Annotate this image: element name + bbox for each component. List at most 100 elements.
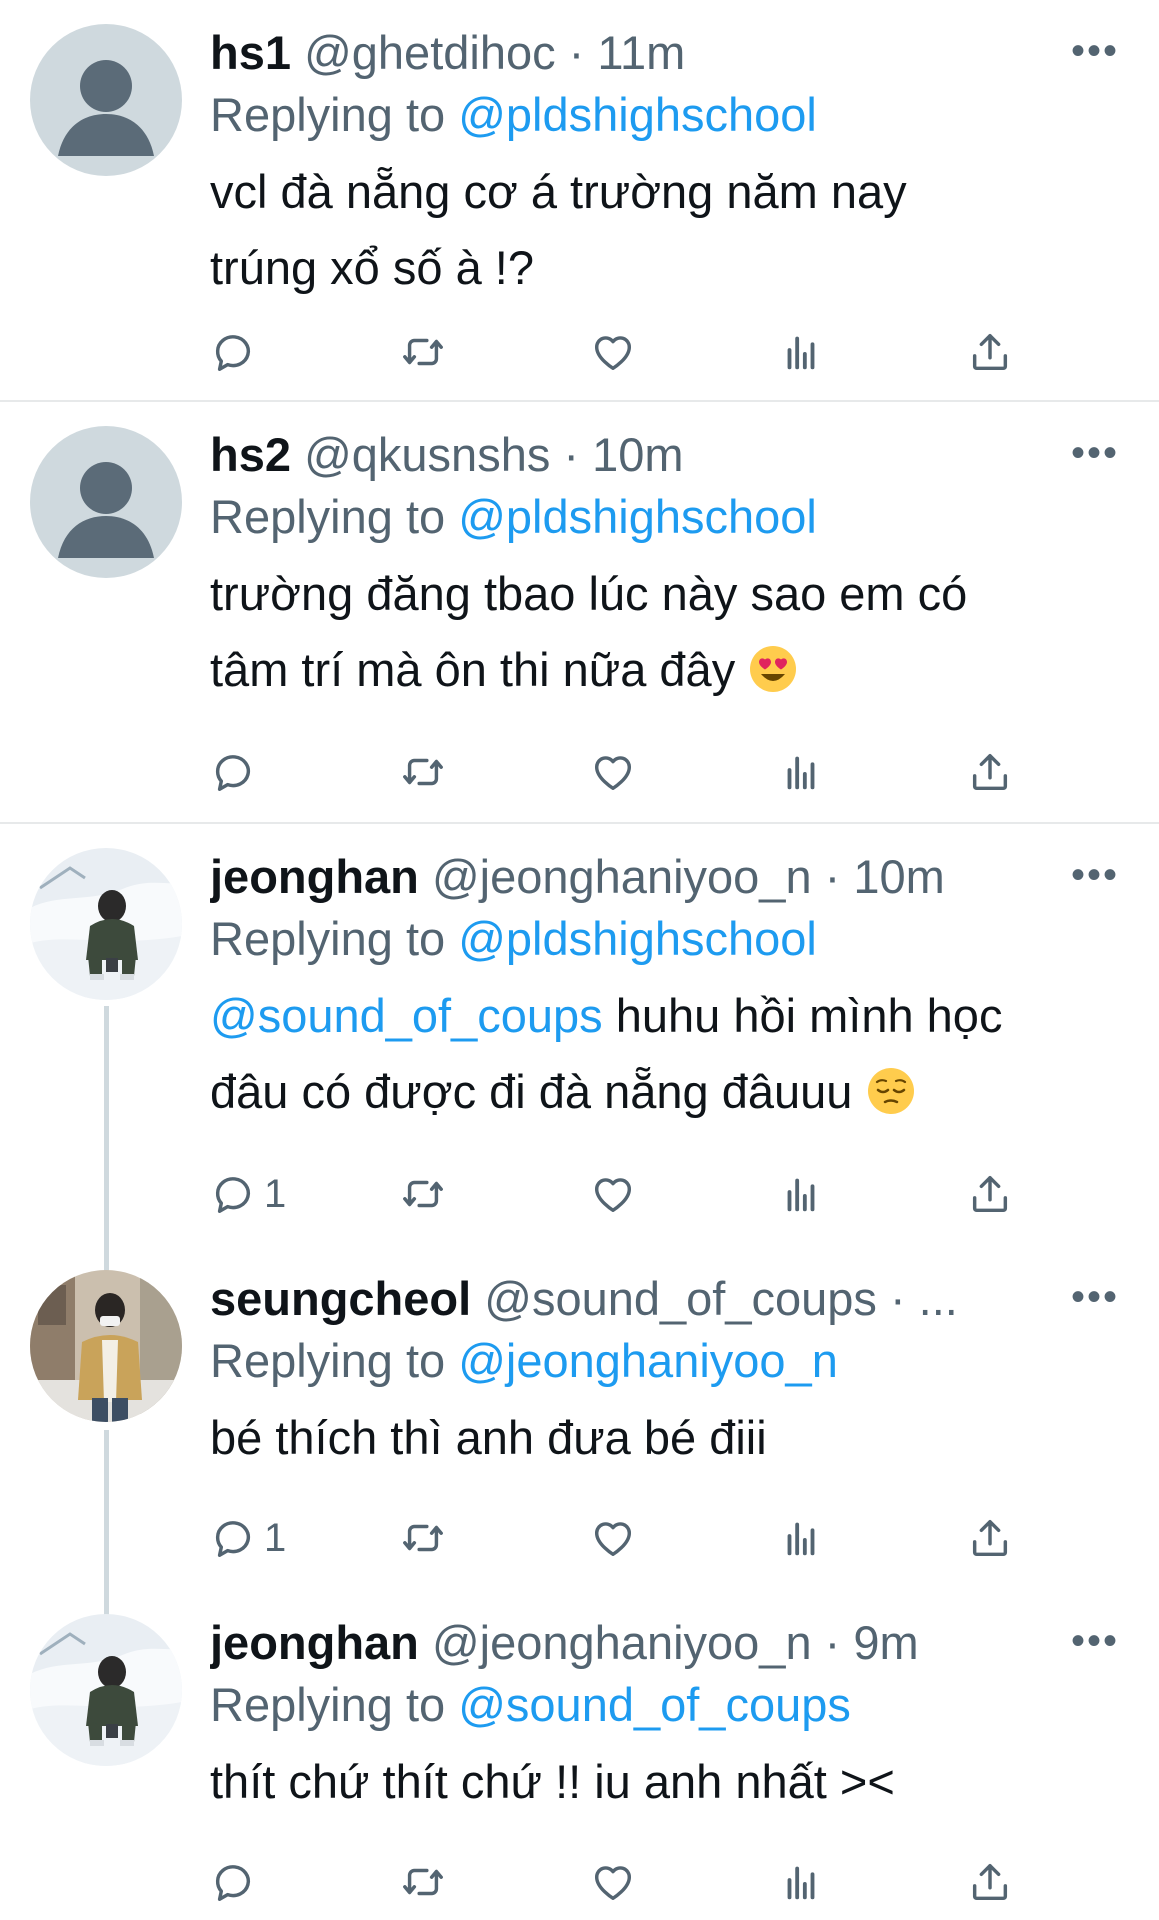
display-name[interactable]: jeonghan xyxy=(210,1616,419,1669)
handle[interactable]: @qkusnshs xyxy=(304,428,550,481)
share-icon xyxy=(967,1171,1013,1217)
share-button[interactable] xyxy=(967,1852,1013,1912)
timestamp[interactable]: · 9m xyxy=(825,1616,919,1669)
like-button[interactable] xyxy=(590,1508,636,1568)
retweet-button[interactable] xyxy=(400,742,446,802)
heart-icon xyxy=(590,1171,636,1217)
avatar[interactable] xyxy=(30,24,182,176)
avatar[interactable] xyxy=(30,1270,182,1422)
retweet-button[interactable] xyxy=(400,1164,446,1224)
share-button[interactable] xyxy=(967,1164,1013,1224)
heart-icon xyxy=(590,1859,636,1905)
share-icon xyxy=(967,1859,1013,1905)
analytics-button[interactable] xyxy=(778,322,824,382)
heart-icon xyxy=(590,749,636,795)
more-icon[interactable]: ••• xyxy=(1071,1277,1119,1317)
action-bar xyxy=(210,322,1030,382)
like-button[interactable] xyxy=(590,1852,636,1912)
retweet-icon xyxy=(400,749,446,795)
heart-eyes-emoji-icon xyxy=(748,644,798,694)
more-icon[interactable]: ••• xyxy=(1071,1621,1119,1661)
timestamp[interactable]: · 10m xyxy=(825,850,945,903)
like-button[interactable] xyxy=(590,1164,636,1224)
replying-prefix: Replying to xyxy=(210,1334,446,1387)
share-button[interactable] xyxy=(967,322,1013,382)
replying-to-mention[interactable]: @pldshighschool xyxy=(458,490,817,543)
reply-button[interactable] xyxy=(210,742,256,802)
like-button[interactable] xyxy=(590,742,636,802)
tweet-text: trường đăng tbao lúc này sao em có tâm t… xyxy=(210,556,1119,708)
reply-button[interactable] xyxy=(210,1852,256,1912)
tweet[interactable]: hs1 @ghetdihoc · 11m ••• Replying to @pl… xyxy=(0,0,1159,400)
timestamp[interactable]: · 10m xyxy=(563,428,683,481)
share-icon xyxy=(967,749,1013,795)
tweet-header: jeonghan @jeonghaniyoo_n · 9m ••• xyxy=(210,1612,1119,1674)
tweet-text-line: thít chứ thít chứ !! iu anh nhất >< xyxy=(210,1755,895,1808)
avatar[interactable] xyxy=(30,1614,182,1766)
reply-count: 1 xyxy=(264,1171,287,1216)
tweet[interactable]: jeonghan @jeonghaniyoo_n · 10m ••• Reply… xyxy=(0,824,1159,1244)
reply-button[interactable] xyxy=(210,322,256,382)
tweet-text-line: @sound_of_coups huhu hồi mình học xyxy=(210,978,1119,1054)
profile-photo-avatar xyxy=(30,848,182,1000)
analytics-icon xyxy=(778,329,824,375)
display-name[interactable]: hs2 xyxy=(210,428,291,481)
replying-to-mention[interactable]: @pldshighschool xyxy=(458,912,817,965)
more-icon[interactable]: ••• xyxy=(1071,855,1119,895)
reply-icon xyxy=(210,1515,256,1561)
retweet-button[interactable] xyxy=(400,1852,446,1912)
timestamp[interactable]: · ... xyxy=(890,1272,958,1325)
handle[interactable]: @jeonghaniyoo_n xyxy=(432,1616,812,1669)
retweet-button[interactable] xyxy=(400,1508,446,1568)
reply-icon xyxy=(210,329,256,375)
replying-prefix: Replying to xyxy=(210,490,446,543)
heart-icon xyxy=(590,329,636,375)
replying-to-mention[interactable]: @jeonghaniyoo_n xyxy=(458,1334,838,1387)
analytics-button[interactable] xyxy=(778,1508,824,1568)
tweet[interactable]: hs2 @qkusnshs · 10m ••• Replying to @pld… xyxy=(0,402,1159,822)
share-button[interactable] xyxy=(967,1508,1013,1568)
tweet-text: vcl đà nẵng cơ á trường năm nay trúng xổ… xyxy=(210,154,1119,306)
reply-button[interactable]: 1 xyxy=(210,1508,286,1568)
display-name[interactable]: seungcheol xyxy=(210,1272,471,1325)
like-button[interactable] xyxy=(590,322,636,382)
timestamp[interactable]: · 11m xyxy=(569,26,686,79)
more-icon[interactable]: ••• xyxy=(1071,31,1119,71)
tweet-text-line: vcl đà nẵng cơ á trường năm nay xyxy=(210,165,907,218)
analytics-icon xyxy=(778,1171,824,1217)
analytics-icon xyxy=(778,1859,824,1905)
analytics-icon xyxy=(778,1515,824,1561)
analytics-button[interactable] xyxy=(778,1852,824,1912)
share-icon xyxy=(967,329,1013,375)
analytics-button[interactable] xyxy=(778,742,824,802)
reply-icon xyxy=(210,1859,256,1905)
tweet-header: hs1 @ghetdihoc · 11m ••• xyxy=(210,22,1119,84)
more-icon[interactable]: ••• xyxy=(1071,433,1119,473)
handle[interactable]: @sound_of_coups xyxy=(484,1272,877,1325)
tweet[interactable]: seungcheol @sound_of_coups · ... ••• Rep… xyxy=(0,1246,1159,1586)
tweet[interactable]: jeonghan @jeonghaniyoo_n · 9m ••• Replyi… xyxy=(0,1590,1159,1920)
pensive-face-emoji-icon xyxy=(866,1066,916,1116)
share-icon xyxy=(967,1515,1013,1561)
retweet-button[interactable] xyxy=(400,322,446,382)
replying-to-mention[interactable]: @pldshighschool xyxy=(458,88,817,141)
action-bar xyxy=(210,742,1030,802)
avatar[interactable] xyxy=(30,426,182,578)
handle[interactable]: @ghetdihoc xyxy=(304,26,556,79)
replying-prefix: Replying to xyxy=(210,912,446,965)
analytics-icon xyxy=(778,749,824,795)
share-button[interactable] xyxy=(967,742,1013,802)
replying-prefix: Replying to xyxy=(210,88,446,141)
tweet-text-line: tâm trí mà ôn thi nữa đây xyxy=(210,632,1119,708)
handle[interactable]: @jeonghaniyoo_n xyxy=(432,850,812,903)
default-avatar-icon xyxy=(30,24,182,176)
tweet-text-segment: huhu hồi mình học xyxy=(602,989,1003,1042)
text-mention[interactable]: @sound_of_coups xyxy=(210,989,603,1042)
analytics-button[interactable] xyxy=(778,1164,824,1224)
display-name[interactable]: jeonghan xyxy=(210,850,419,903)
display-name[interactable]: hs1 xyxy=(210,26,291,79)
avatar[interactable] xyxy=(30,848,182,1000)
reply-button[interactable]: 1 xyxy=(210,1164,286,1224)
replying-to-mention[interactable]: @sound_of_coups xyxy=(458,1678,851,1731)
tweet-text-line: trường đăng tbao lúc này sao em có xyxy=(210,567,968,620)
